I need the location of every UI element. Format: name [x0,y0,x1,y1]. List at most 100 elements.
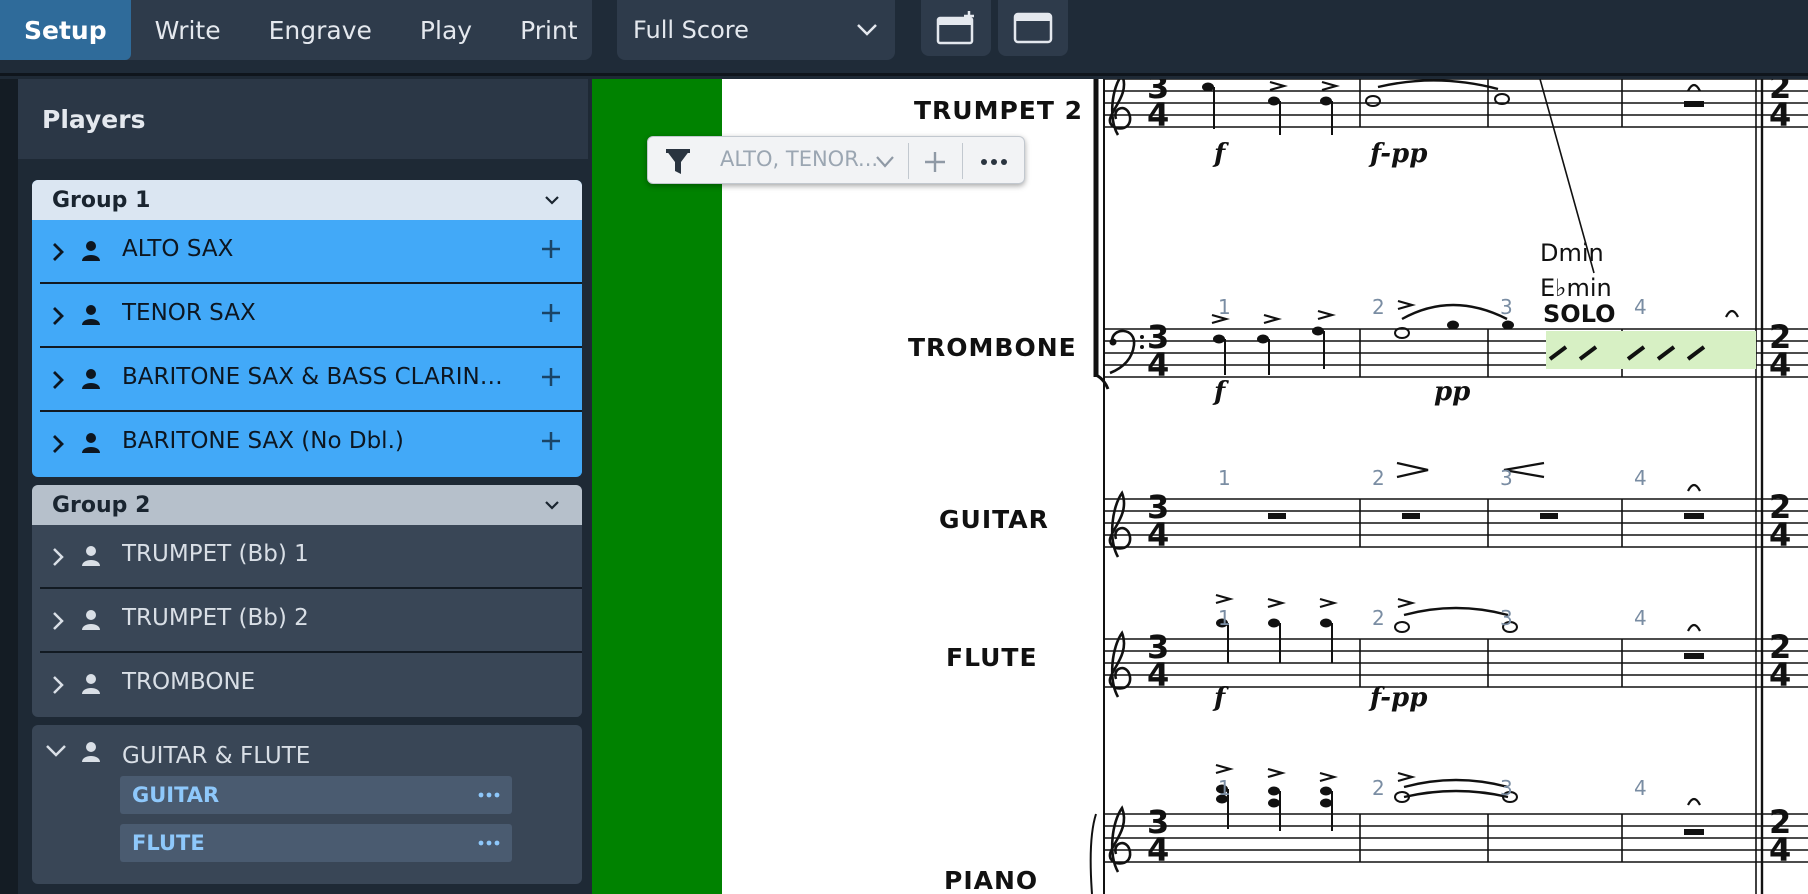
players-panel-title: Players [18,79,588,159]
player-row-tenor-sax[interactable]: TENOR SAX [40,284,582,348]
more-options-icon[interactable] [478,840,500,846]
dynamic-forte-pianissimo[interactable]: f-pp [1370,683,1427,713]
new-tab-icon [936,11,974,45]
bar-number: 2 [1372,776,1385,800]
player-row-guitar-flute[interactable]: GUITAR & FLUTE [40,725,582,781]
top-toolbar: Setup Write Engrave Play Print Full Scor… [0,0,1808,76]
group-2-name: Group 2 [52,492,151,518]
chevron-right-icon[interactable] [50,368,66,392]
time-signature: 34 [1147,488,1170,554]
solo-text[interactable]: SOLO [1543,300,1616,328]
filter-icon[interactable] [664,147,692,177]
more-options-icon[interactable] [980,158,1008,166]
layout-selector-value: Full Score [633,16,749,44]
group-2-header[interactable]: Group 2 [32,485,582,525]
person-icon [82,610,100,630]
bar-number: 3 [1500,466,1513,490]
player-name: TROMBONE [122,669,256,695]
layout-selector[interactable]: Full Score [617,0,895,60]
mode-tab-play[interactable]: Play [396,0,496,60]
dynamic-forte-pianissimo[interactable]: f-pp [1370,139,1427,169]
chevron-right-icon[interactable] [50,673,66,697]
group-1: Group 1 ALTO SAX TENOR SAX BARITONE SAX … [32,180,582,477]
left-edge-strip [0,79,18,894]
player-name: TENOR SAX [122,300,256,326]
staff-piano [1104,813,1808,863]
dynamic-forte[interactable]: f [1214,683,1225,713]
chevron-right-icon[interactable] [50,609,66,633]
player-name: ALTO SAX [122,236,234,262]
bar-number: 1 [1218,776,1231,800]
chevron-right-icon[interactable] [50,432,66,456]
player-row-alto-sax[interactable]: ALTO SAX [40,220,582,284]
add-instrument-icon[interactable] [538,236,564,262]
chord-symbol-top[interactable]: Dmin [1540,239,1604,267]
player-row-trumpet-2[interactable]: TRUMPET (Bb) 2 [40,589,582,653]
chevron-down-icon[interactable] [44,743,68,759]
bar-number: 3 [1500,295,1513,319]
score-view[interactable]: TRUMPET 2 TROMBONE GUITAR FLUTE PIANO 34… [592,79,1808,894]
player-card-guitar-flute: GUITAR & FLUTE GUITAR FLUTE [32,725,582,884]
person-icon [82,433,100,453]
bar-number: 2 [1372,606,1385,630]
person-icon [82,305,100,325]
add-instrument-icon[interactable] [538,364,564,390]
staff-guitar [1104,498,1808,548]
bar-number: 3 [1500,606,1513,630]
divider [962,143,963,179]
instrument-pill-guitar[interactable]: GUITAR [120,776,512,814]
add-instrument-icon[interactable] [538,428,564,454]
group-1-name: Group 1 [52,187,151,213]
player-name: TRUMPET (Bb) 1 [122,541,309,567]
dynamic-forte[interactable]: f [1214,139,1225,169]
person-icon [82,369,100,389]
bar-number: 4 [1634,466,1647,490]
dynamic-forte[interactable]: f [1214,377,1225,407]
window-view-button[interactable] [998,0,1068,56]
bar-number: 4 [1634,606,1647,630]
staff-label-piano: PIANO [944,866,1039,894]
add-instrument-icon[interactable] [538,300,564,326]
mode-tab-write[interactable]: Write [131,0,245,60]
divider [908,143,909,179]
person-icon [82,742,100,762]
dynamic-pianissimo[interactable]: pp [1434,377,1470,407]
group-2: Group 2 TRUMPET (Bb) 1 TRUMPET (Bb) 2 TR… [32,485,582,717]
group-1-header[interactable]: Group 1 [32,180,582,220]
instrument-name: GUITAR [132,783,220,807]
more-options-icon[interactable] [478,792,500,798]
player-name: BARITONE SAX (No Dbl.) [122,428,404,454]
player-row-baritone-sax-bass-clarinet[interactable]: BARITONE SAX & BASS CLARINET (Dbl.) [40,348,582,412]
players-panel: Players Group 1 ALTO SAX TENOR SAX BARIT… [18,79,588,894]
instrument-pill-flute[interactable]: FLUTE [120,824,512,862]
time-signature: 34 [1147,318,1170,384]
new-tab-button[interactable] [921,0,991,56]
staff-label-flute: FLUTE [946,643,1038,672]
bar-number: 1 [1218,466,1231,490]
time-signature: 34 [1147,803,1170,869]
bar-number: 4 [1634,776,1647,800]
selection-filter-bar: ALTO, TENOR... [647,136,1025,184]
time-signature: 34 [1147,628,1170,694]
time-signature: 24 [1769,318,1792,384]
window-icon [1013,12,1053,44]
mode-tab-engrave[interactable]: Engrave [245,0,396,60]
player-row-trombone[interactable]: TROMBONE [40,653,582,717]
mode-switcher: Setup Write Engrave Play Print [0,0,592,60]
player-row-baritone-sax-no-dbl[interactable]: BARITONE SAX (No Dbl.) [40,412,582,476]
chevron-right-icon[interactable] [50,240,66,264]
mode-tab-print[interactable]: Print [496,0,602,60]
instrument-name: FLUTE [132,831,205,855]
chevron-down-icon[interactable] [874,153,896,171]
chevron-right-icon[interactable] [50,545,66,569]
person-icon [82,546,100,566]
filter-selection-value[interactable]: ALTO, TENOR... [720,147,878,171]
bar-number: 2 [1372,295,1385,319]
add-icon[interactable] [922,149,948,175]
player-row-trumpet-1[interactable]: TRUMPET (Bb) 1 [40,525,582,589]
chevron-right-icon[interactable] [50,304,66,328]
chevron-down-icon [857,24,877,36]
chord-symbol-bottom[interactable]: E♭min [1540,274,1612,302]
score-notation [1089,79,1808,894]
mode-tab-setup[interactable]: Setup [0,0,131,60]
